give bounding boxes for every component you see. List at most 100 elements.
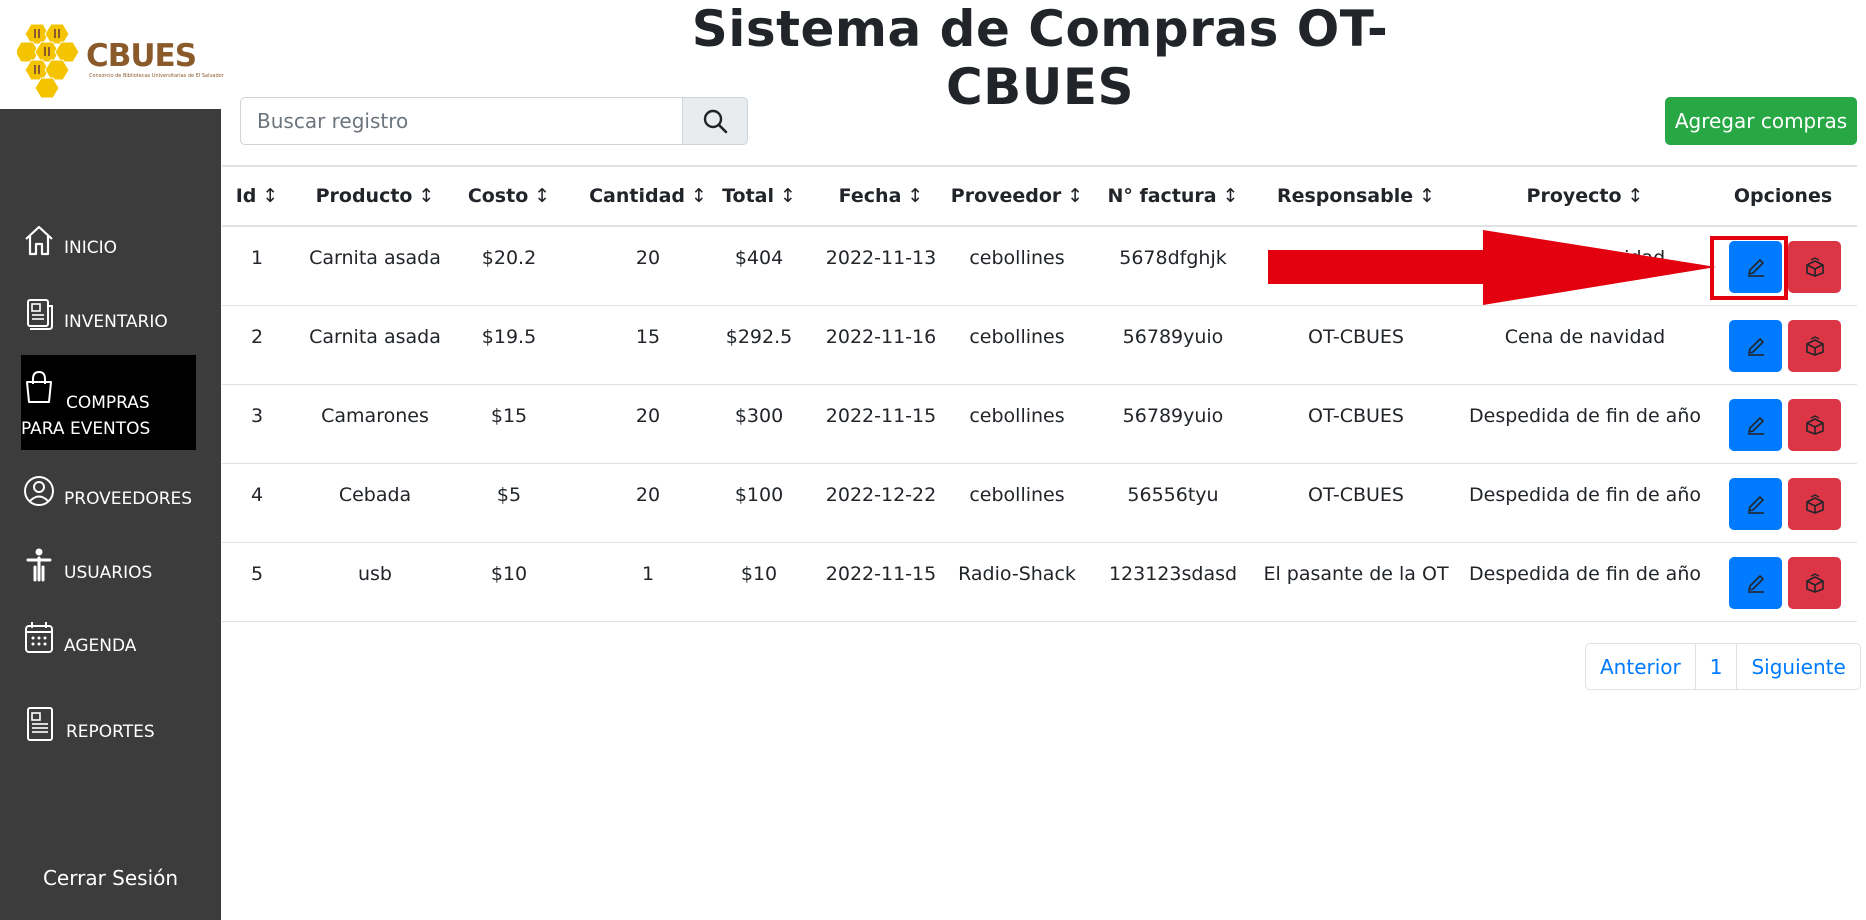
edit-button[interactable] <box>1729 320 1782 372</box>
cell-factura: 123123sdasd <box>1108 563 1238 585</box>
box-delete-icon <box>1805 494 1824 514</box>
pagination-page[interactable]: 1 <box>1696 644 1738 689</box>
pagination-prev[interactable]: Anterior <box>1586 644 1696 689</box>
cell-factura: 56789yuio <box>1122 405 1224 427</box>
sidebar-item-label: COMPRAS PARA EVENTOS <box>21 393 151 439</box>
column-header-costo[interactable]: Costo ↕ <box>468 185 550 207</box>
sidebar-item-inventario[interactable]: INVENTARIO <box>22 296 168 332</box>
person-circle-icon <box>24 476 54 506</box>
cell-id: 4 <box>250 484 264 506</box>
cell-fecha: 2022-12-22 <box>825 484 937 506</box>
cell-costo: $20.2 <box>481 247 537 269</box>
box-delete-icon <box>1805 257 1824 277</box>
column-header-id[interactable]: Id ↕ <box>236 185 279 207</box>
add-purchase-button[interactable]: Agregar compras <box>1665 97 1857 145</box>
cell-producto: Carnita asada <box>309 247 441 269</box>
logo-subtitle: Consorcio de Bibliotecas Universitarias … <box>89 73 224 79</box>
delete-button[interactable] <box>1788 399 1841 451</box>
cell-total: $404 <box>734 247 784 269</box>
cell-proveedor: cebollines <box>969 484 1065 506</box>
column-header-fecha[interactable]: Fecha ↕ <box>839 185 924 207</box>
cell-costo: $5 <box>496 484 522 506</box>
cell-producto: usb <box>357 563 393 585</box>
cell-total: $100 <box>734 484 784 506</box>
search-button[interactable] <box>683 97 748 145</box>
cell-producto: Cebada <box>338 484 412 506</box>
logo: CBUES Consorcio de Bibliotecas Universit… <box>0 0 224 109</box>
sort-icon: ↕ <box>907 185 924 207</box>
cell-responsable: OT-CBUES <box>1308 484 1404 506</box>
pagination: Anterior 1 Siguiente <box>1585 643 1861 690</box>
cell-responsable: El pasante de la OT <box>1263 563 1449 585</box>
home-icon <box>25 225 53 256</box>
cell-proyecto: Despedida de fin de año <box>1469 484 1701 506</box>
cell-fecha: 2022-11-15 <box>825 405 937 427</box>
sort-icon: ↕ <box>1067 185 1084 207</box>
sort-icon: ↕ <box>262 185 279 207</box>
cell-proveedor: Radio-Shack <box>958 563 1076 585</box>
sidebar-item-inicio[interactable]: INICIO <box>22 222 117 258</box>
cell-cantidad: 15 <box>635 326 661 348</box>
cell-total: $10 <box>740 563 778 585</box>
column-header-proveedor[interactable]: Proveedor ↕ <box>951 185 1083 207</box>
calendar-icon <box>25 622 53 653</box>
cell-fecha: 2022-11-13 <box>825 247 937 269</box>
column-header-total[interactable]: Total ↕ <box>722 185 796 207</box>
column-header-proyecto[interactable]: Proyecto ↕ <box>1527 185 1644 207</box>
sidebar-item-label: AGENDA <box>64 636 137 656</box>
cell-total: $300 <box>734 405 784 427</box>
sort-icon: ↕ <box>1627 185 1644 207</box>
cell-costo: $15 <box>490 405 528 427</box>
sort-icon: ↕ <box>780 185 796 207</box>
cell-producto: Carnita asada <box>309 326 441 348</box>
sidebar-item-label: USUARIOS <box>64 563 153 583</box>
column-header-producto[interactable]: Producto ↕ <box>316 185 435 207</box>
delete-button[interactable] <box>1788 241 1841 293</box>
cell-costo: $19.5 <box>481 326 537 348</box>
pencil-icon <box>1747 575 1764 593</box>
pencil-icon <box>1747 338 1764 356</box>
sidebar-item-label: REPORTES <box>66 722 155 742</box>
sidebar-item-agenda[interactable]: AGENDA <box>22 620 136 656</box>
cell-factura: 56789yuio <box>1122 326 1224 348</box>
table-row: 4 Cebada $5 20 $100 2022-12-22 cebollines 56556… <box>222 464 1857 543</box>
sidebar-item-label: INVENTARIO <box>64 312 168 332</box>
delete-button[interactable] <box>1788 557 1841 609</box>
pagination-next[interactable]: Siguiente <box>1737 644 1859 689</box>
report-icon <box>27 707 53 741</box>
sidebar-item-proveedores[interactable]: PROVEEDORES <box>22 473 192 509</box>
delete-button[interactable] <box>1788 478 1841 530</box>
cell-proveedor: cebollines <box>969 247 1065 269</box>
column-header-cantidad[interactable]: Cantidad ↕ <box>589 185 707 207</box>
annotation-highlight-box <box>1710 236 1788 300</box>
edit-button[interactable] <box>1729 399 1782 451</box>
person-icon <box>26 548 52 582</box>
delete-button[interactable] <box>1788 320 1841 372</box>
cell-cantidad: 1 <box>641 563 655 585</box>
cell-fecha: 2022-11-15 <box>825 563 937 585</box>
edit-button[interactable] <box>1729 478 1782 530</box>
pencil-icon <box>1747 417 1764 435</box>
sort-icon: ↕ <box>1419 185 1436 207</box>
cell-cantidad: 20 <box>635 484 661 506</box>
sidebar-item-usuarios[interactable]: USUARIOS <box>22 547 152 583</box>
newspaper-icon <box>27 299 53 330</box>
cell-factura: 5678dfghjk <box>1119 247 1227 269</box>
edit-button[interactable] <box>1729 557 1782 609</box>
cell-id: 2 <box>250 326 264 348</box>
sidebar-item-reportes[interactable]: REPORTES <box>22 706 155 742</box>
cell-proyecto: Despedida de fin de año <box>1469 405 1701 427</box>
logout-button[interactable]: Cerrar Sesión <box>0 866 221 890</box>
column-header-opciones: Opciones <box>1733 185 1833 207</box>
sort-icon: ↕ <box>418 185 435 207</box>
cell-cantidad: 20 <box>635 405 661 427</box>
table-row: 2 Carnita asada $19.5 15 $292.5 2022-11-16 ceb… <box>222 306 1857 385</box>
cell-proveedor: cebollines <box>969 326 1065 348</box>
search-input[interactable]: Buscar registro <box>240 97 683 145</box>
cell-responsable: OT-CBUES <box>1308 326 1404 348</box>
column-header-factura[interactable]: N° factura ↕ <box>1107 185 1238 207</box>
cell-total: $292.5 <box>725 326 793 348</box>
column-header-responsable[interactable]: Responsable ↕ <box>1277 185 1435 207</box>
sort-icon: ↕ <box>534 185 551 207</box>
sort-icon: ↕ <box>1222 185 1239 207</box>
